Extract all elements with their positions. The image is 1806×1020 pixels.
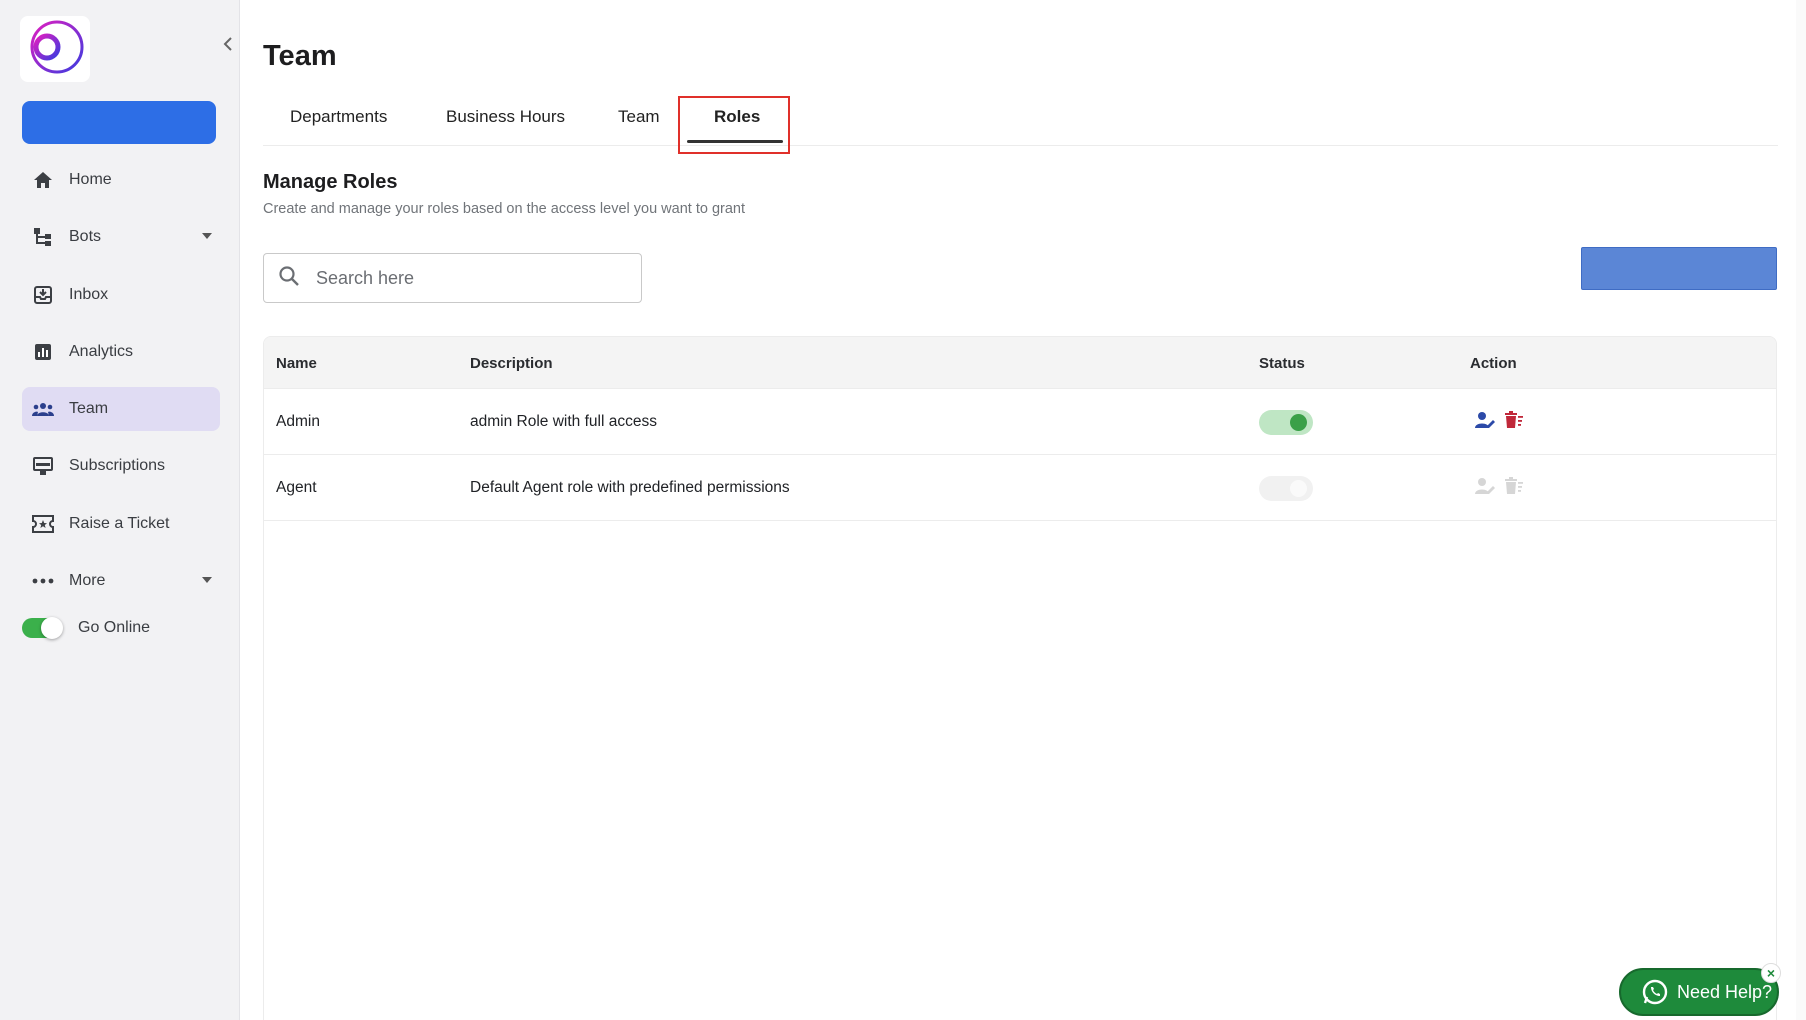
section-title: Manage Roles — [263, 171, 398, 193]
role-description: Default Agent role with predefined permi… — [470, 479, 790, 496]
edit-role-button[interactable] — [1475, 477, 1495, 500]
sidebar-item-team[interactable]: Team — [22, 387, 220, 432]
column-header-action: Action — [1470, 355, 1517, 372]
role-name: Admin — [276, 413, 320, 430]
sidebar-item-bots[interactable]: Bots — [22, 215, 220, 259]
tab-departments[interactable]: Departments — [290, 96, 387, 144]
sidebar-item-inbox[interactable]: Inbox — [22, 273, 220, 317]
brand-logo-icon — [26, 18, 84, 81]
search-input[interactable] — [316, 267, 616, 289]
tab-business-hours[interactable]: Business Hours — [446, 96, 565, 144]
tab-bar: Departments Business Hours Team Roles — [263, 96, 1778, 154]
sidebar-item-label: Home — [69, 171, 112, 188]
sidebar-item-home[interactable]: Home — [22, 158, 220, 202]
inbox-icon — [32, 284, 54, 306]
sidebar-item-subscriptions[interactable]: Subscriptions — [22, 444, 220, 488]
brand-logo[interactable] — [20, 16, 90, 82]
role-description: admin Role with full access — [470, 413, 657, 430]
primary-action-button[interactable] — [22, 101, 216, 144]
sidebar-item-label: Inbox — [69, 285, 109, 303]
bots-icon — [32, 226, 54, 248]
delete-role-button[interactable] — [1504, 410, 1524, 434]
edit-user-icon — [1475, 411, 1495, 434]
analytics-icon — [32, 341, 54, 363]
go-online-toggle[interactable] — [22, 617, 63, 639]
search-box — [263, 253, 642, 303]
whatsapp-icon — [1641, 978, 1669, 1006]
table-row: Agent Default Agent role with predefined… — [264, 455, 1776, 521]
delete-icon — [1505, 410, 1523, 434]
sidebar-item-label: More — [69, 572, 106, 590]
status-toggle[interactable] — [1259, 410, 1313, 435]
search-icon — [278, 265, 300, 292]
page-scrollbar[interactable] — [1796, 0, 1806, 1020]
table-row: Admin admin Role with full access — [264, 389, 1776, 455]
tab-team[interactable]: Team — [618, 96, 660, 144]
delete-icon — [1505, 476, 1523, 500]
roles-table: Name Description Status Action Admin adm… — [263, 336, 1777, 1020]
status-toggle[interactable] — [1259, 476, 1313, 501]
sidebar-item-raise-ticket[interactable]: Raise a Ticket — [22, 502, 220, 546]
role-name: Agent — [276, 479, 317, 496]
table-header: Name Description Status Action — [264, 337, 1776, 389]
ticket-icon — [32, 513, 54, 535]
chevron-left-icon — [222, 36, 234, 57]
need-help-button[interactable]: Need Help? — [1619, 968, 1779, 1016]
sidebar-item-label: Analytics — [69, 342, 134, 360]
team-icon — [32, 398, 54, 420]
subscriptions-icon — [32, 455, 54, 477]
sidebar-item-label: Team — [69, 400, 109, 418]
delete-role-button[interactable] — [1504, 476, 1524, 500]
page-title: Team — [263, 40, 337, 72]
go-online-control: Go Online — [22, 617, 151, 639]
chevron-down-icon — [202, 233, 212, 240]
column-header-status: Status — [1259, 355, 1305, 372]
sidebar-item-analytics[interactable]: Analytics — [22, 330, 220, 374]
sidebar: Home Bots Inbox Analytics Team Subscript… — [0, 0, 240, 1020]
sidebar-item-more[interactable]: More — [22, 559, 220, 603]
collapse-sidebar-button[interactable] — [218, 36, 238, 56]
close-help-button[interactable]: × — [1761, 963, 1781, 983]
edit-role-button[interactable] — [1475, 411, 1495, 434]
sidebar-item-label: Bots — [69, 228, 102, 246]
column-header-name: Name — [276, 355, 317, 372]
go-online-label: Go Online — [78, 619, 151, 636]
add-role-button[interactable] — [1581, 247, 1777, 290]
sidebar-item-label: Raise a Ticket — [69, 514, 170, 532]
more-icon — [32, 570, 54, 592]
sidebar-nav: Home Bots Inbox Analytics Team Subscript… — [22, 158, 220, 616]
need-help-label: Need Help? — [1677, 981, 1773, 1002]
column-header-description: Description — [470, 355, 553, 372]
home-icon — [32, 169, 54, 191]
sidebar-item-label: Subscriptions — [69, 457, 166, 475]
tab-roles-highlight — [678, 96, 790, 154]
section-subtitle: Create and manage your roles based on th… — [263, 201, 746, 217]
main-content: Team Departments Business Hours Team Rol… — [263, 0, 1778, 1020]
chevron-down-icon — [202, 577, 212, 584]
edit-user-icon — [1475, 477, 1495, 500]
